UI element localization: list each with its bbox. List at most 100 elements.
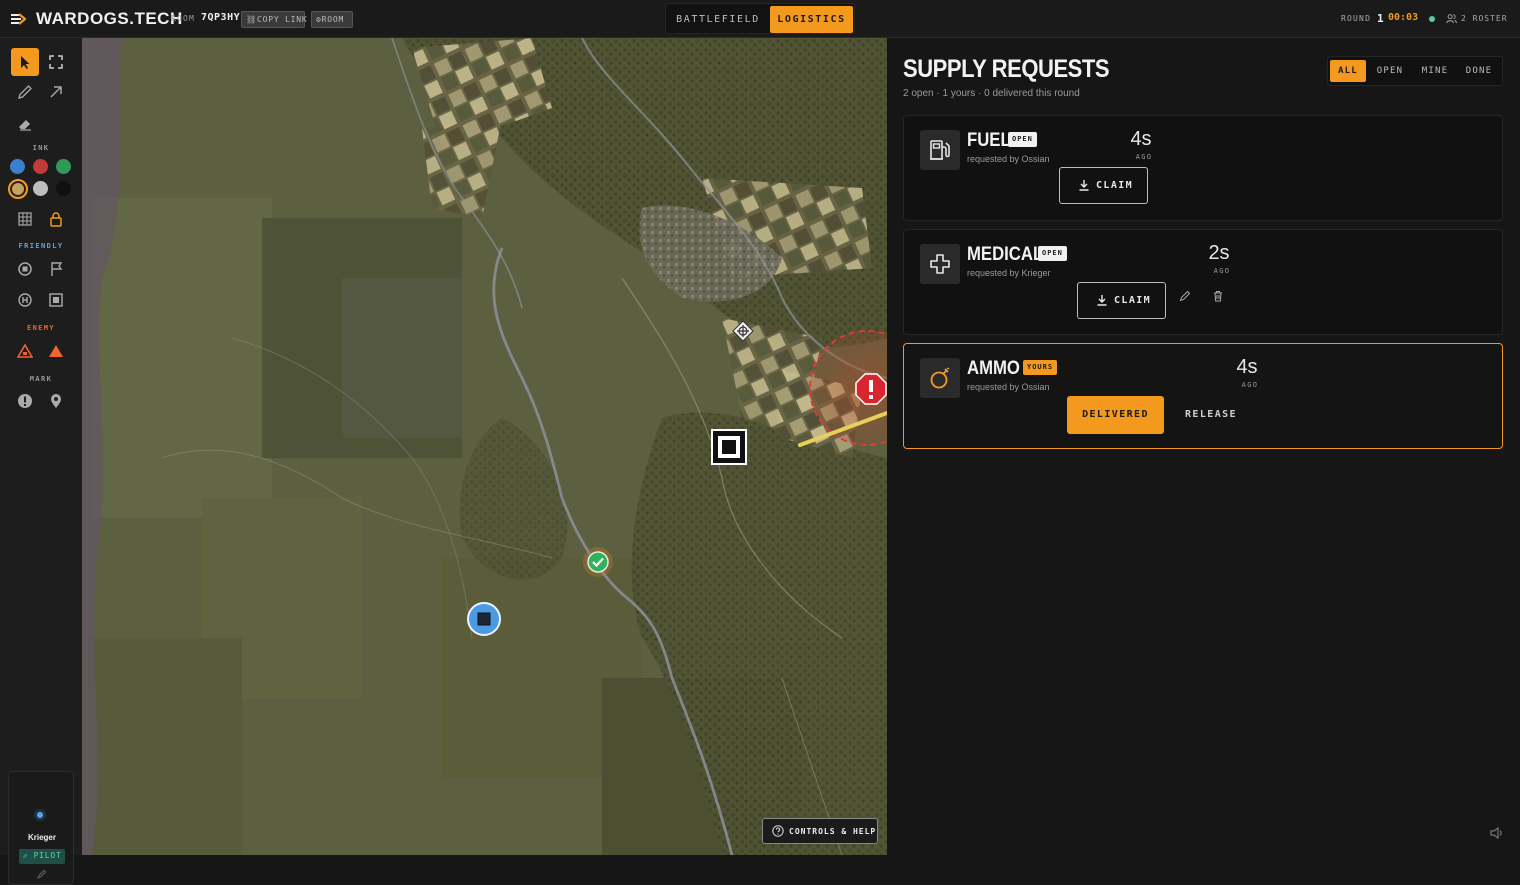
claim-label: CLAIM	[1096, 180, 1134, 191]
ink-swatch-red[interactable]	[33, 159, 48, 174]
trash-icon[interactable]	[1212, 290, 1224, 302]
request-card-ammo: AMMO YOURS requested by Ossian 4s AGO DE…	[903, 343, 1503, 449]
user-role-badge[interactable]: ⇗ PILOT	[19, 849, 65, 864]
copy-link-button[interactable]: ⛓COPY LINK	[241, 11, 307, 28]
request-age-unit: AGO	[1241, 381, 1259, 389]
requested-by: requested by Ossian	[967, 382, 1050, 392]
room-label: ROOM	[171, 14, 196, 23]
lock-icon	[50, 212, 62, 227]
pencil-tool[interactable]	[11, 78, 39, 106]
release-button[interactable]: RELEASE	[1176, 396, 1246, 434]
help-icon	[772, 825, 784, 837]
user-role-label: PILOT	[33, 851, 62, 860]
arrow-tool[interactable]	[42, 78, 70, 106]
hq-icon	[18, 293, 32, 307]
user-status-dot	[37, 812, 43, 818]
enemy-solid-tool[interactable]	[42, 337, 70, 365]
ink-swatch-black[interactable]	[56, 181, 71, 196]
base-icon	[49, 293, 63, 307]
supply-requests-panel: SUPPLY REQUESTS 2 open · 1 yours · 0 del…	[887, 38, 1520, 855]
ink-swatch-blue[interactable]	[10, 159, 25, 174]
requested-by: requested by Ossian	[967, 154, 1050, 164]
enemy-alert-icon[interactable]	[855, 373, 887, 405]
grid-icon	[18, 212, 32, 226]
map-terrain	[82, 38, 887, 855]
ink-swatch-grey[interactable]	[33, 181, 48, 196]
filter-all[interactable]: ALL	[1330, 60, 1366, 82]
pin-mark-tool[interactable]	[42, 387, 70, 415]
edit-icon[interactable]	[1179, 290, 1191, 302]
fullscreen-tool[interactable]	[42, 48, 70, 76]
user-panel: Krieger ⇗ PILOT	[8, 771, 74, 885]
request-age: 4s	[1236, 356, 1258, 378]
logo-arrow-icon	[11, 13, 26, 25]
requested-by: requested by Krieger	[967, 268, 1051, 278]
grenade-icon	[930, 367, 950, 389]
round-label: ROUND	[1341, 14, 1372, 23]
edit-user-icon[interactable]	[37, 869, 47, 879]
panel-title: SUPPLY REQUESTS	[903, 55, 1110, 83]
grid-toggle[interactable]	[11, 205, 39, 233]
friendly-check-icon[interactable]	[582, 546, 614, 578]
tab-logistics[interactable]: LOGISTICS	[770, 6, 853, 33]
mark-section-label: MARK	[29, 375, 53, 383]
battle-map[interactable]: CONTROLS & HELP	[82, 38, 887, 855]
enemy-triangle-solid-icon	[49, 345, 63, 357]
tab-battlefield[interactable]: BATTLEFIELD	[668, 6, 768, 33]
flag-icon	[51, 262, 63, 276]
friendly-unit-icon	[18, 262, 32, 276]
enemy-triangle-outline-icon	[17, 343, 33, 358]
filter-tabs: ALL OPEN MINE DONE	[1327, 56, 1503, 86]
filter-open[interactable]: OPEN	[1370, 60, 1410, 82]
claim-button[interactable]: CLAIM	[1077, 282, 1166, 319]
base-tool[interactable]	[42, 286, 70, 314]
pin-icon	[51, 394, 61, 408]
claim-button[interactable]: CLAIM	[1059, 167, 1148, 204]
fuel-pump-icon	[930, 140, 950, 160]
room-code: 7QP3HY	[201, 12, 241, 23]
role-icon: ⇗	[22, 851, 34, 860]
cursor-icon	[21, 56, 30, 69]
controls-help-button[interactable]: CONTROLS & HELP	[762, 818, 878, 844]
ink-section-label: INK	[32, 144, 50, 152]
panel-subtitle: 2 open · 1 yours · 0 delivered this roun…	[903, 88, 1080, 99]
friendly-section-label: FRIENDLY	[18, 242, 64, 250]
room-button-label: ROOM	[321, 15, 345, 24]
arrow-icon	[50, 86, 62, 98]
room-settings-button[interactable]: ⚙ROOM	[311, 11, 353, 28]
controls-help-label: CONTROLS & HELP	[789, 827, 877, 836]
alert-mark-tool[interactable]	[11, 387, 39, 415]
friendly-unit-icon[interactable]	[467, 602, 501, 636]
request-title: AMMO	[967, 358, 1020, 379]
alert-icon	[18, 394, 32, 408]
enemy-outline-tool[interactable]	[11, 337, 39, 365]
eraser-tool[interactable]	[11, 110, 39, 138]
top-bar: WARDOGS.TECH ROOM 7QP3HY ⛓COPY LINK ⚙ROO…	[0, 0, 1520, 38]
waypoint-diamond-icon[interactable]	[732, 320, 754, 342]
select-tool[interactable]	[11, 48, 39, 76]
objective-square-icon[interactable]	[711, 429, 747, 465]
flag-tool[interactable]	[42, 255, 70, 283]
brand-logo: WARDOGS.TECH	[36, 9, 183, 28]
request-icon-box	[920, 130, 960, 170]
users-icon[interactable]	[1446, 13, 1457, 24]
claim-label: CLAIM	[1114, 295, 1152, 306]
pencil-icon	[18, 85, 32, 99]
lock-toggle[interactable]	[42, 205, 70, 233]
hq-tool[interactable]	[11, 286, 39, 314]
roster-button[interactable]: 2 ROSTER	[1461, 14, 1508, 23]
sound-icon[interactable]	[1489, 825, 1505, 841]
filter-done[interactable]: DONE	[1458, 60, 1500, 82]
status-badge: OPEN	[1008, 132, 1037, 147]
request-title: FUEL	[967, 130, 1011, 151]
status-badge: YOURS	[1023, 360, 1058, 375]
request-age: 4s	[1130, 128, 1152, 150]
filter-mine[interactable]: MINE	[1416, 60, 1454, 82]
request-card-medical: MEDICAL OPEN requested by Krieger 2s AGO…	[903, 229, 1503, 335]
request-title: MEDICAL	[967, 244, 1044, 265]
request-icon-box	[920, 244, 960, 284]
ink-swatch-green[interactable]	[56, 159, 71, 174]
friendly-unit-tool[interactable]	[11, 255, 39, 283]
ink-swatch-tan-selected[interactable]	[8, 179, 28, 199]
delivered-button[interactable]: DELIVERED	[1067, 396, 1164, 434]
